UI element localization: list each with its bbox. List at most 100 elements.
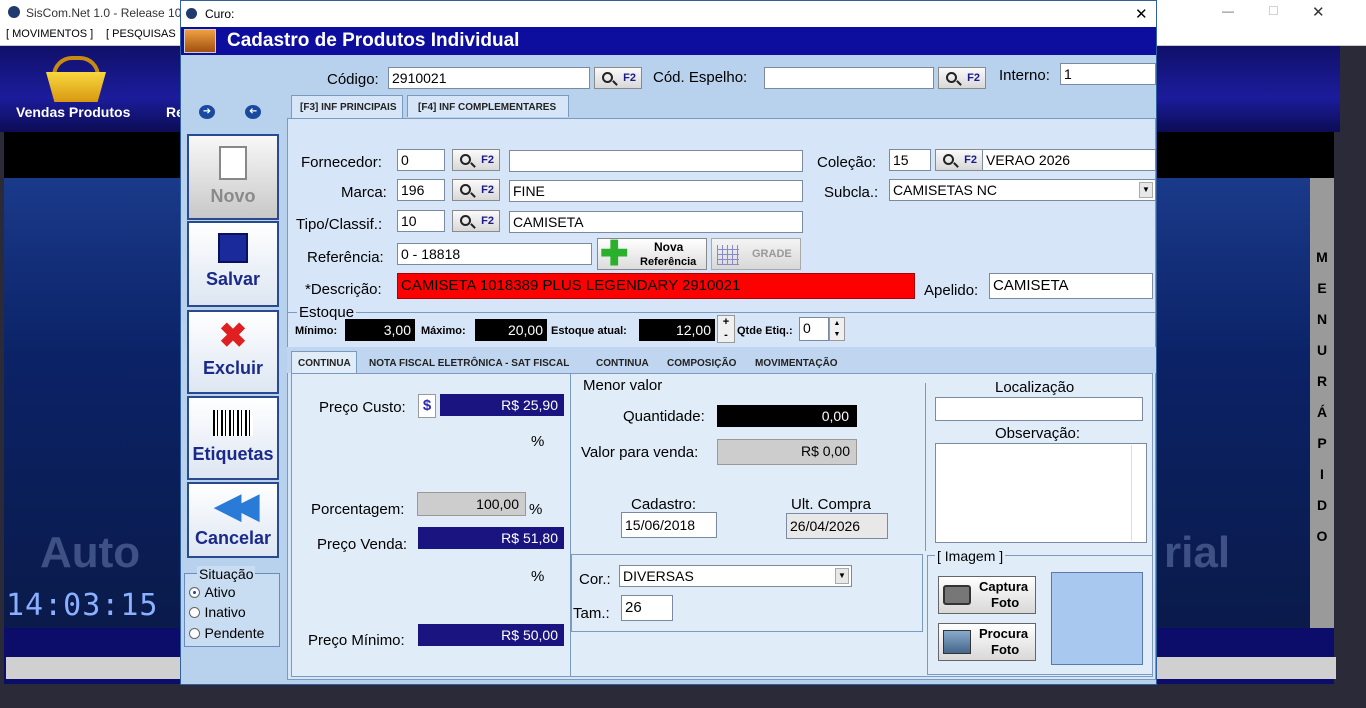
estoque-stepper[interactable]: + -	[717, 315, 735, 343]
grade-button[interactable]: GRADE	[711, 238, 801, 270]
interno-input[interactable]: 1	[1060, 63, 1156, 85]
ult-compra-field[interactable]: 26/04/2026	[786, 513, 888, 539]
grade-label: GRADE	[752, 248, 792, 260]
toolbar-vendas-label[interactable]: Vendas Produtos	[16, 104, 130, 120]
inner-tab-movimentacao[interactable]: MOVIMENTAÇÃO	[755, 358, 838, 369]
marca-name-input[interactable]: FINE	[509, 180, 803, 202]
fornecedor-code-input[interactable]: 0	[397, 149, 445, 171]
bg-close-icon[interactable]: ✕	[1312, 3, 1325, 21]
radio-ativo-icon[interactable]	[189, 587, 200, 599]
observacao-scrollbar[interactable]	[1131, 445, 1145, 541]
colecao-label: Coleção:	[817, 154, 877, 171]
valor-venda-field[interactable]: R$ 0,00	[717, 439, 857, 465]
tam-input[interactable]: 26	[621, 595, 673, 621]
menu-rapido[interactable]: MENURÁPIDO	[1310, 178, 1334, 628]
dollar-icon[interactable]: $	[418, 394, 436, 418]
referencia-input[interactable]: 0 - 18818	[397, 243, 592, 265]
menu-rapido-letter: U	[1316, 342, 1328, 358]
localizacao-input[interactable]	[935, 397, 1143, 421]
captura-foto-button[interactable]: Captura Foto	[938, 576, 1036, 614]
window-header: Cadastro de Produtos Individual	[181, 27, 1156, 55]
cor-select[interactable]: DIVERSAS ▼	[619, 565, 852, 587]
procura-foto-button[interactable]: Procura Foto	[938, 623, 1036, 661]
maximize-icon[interactable]: ☐	[1268, 4, 1279, 18]
inner-tab-continua-2[interactable]: CONTINUA	[596, 358, 649, 369]
marca-search-button[interactable]: F2	[452, 179, 500, 201]
apelido-input[interactable]: CAMISETA	[989, 273, 1153, 299]
nova-ref-line1: Nova	[654, 240, 684, 254]
window-title: Curo:	[205, 7, 235, 21]
inner-tab-nfe[interactable]: NOTA FISCAL ELETRÔNICA - SAT FISCAL	[369, 358, 569, 369]
inner-tab-continua[interactable]: CONTINUA	[291, 351, 357, 373]
marca-code-input[interactable]: 196	[397, 179, 445, 201]
search-icon	[946, 72, 957, 83]
valor-venda-label: Valor para venda:	[581, 444, 699, 461]
novo-button[interactable]: Novo	[187, 134, 279, 220]
close-icon[interactable]: ✕	[1135, 5, 1148, 23]
menu-pesquisas[interactable]: [ PESQUISAS	[106, 28, 176, 40]
header-box-icon	[184, 29, 216, 53]
etiquetas-button[interactable]: Etiquetas	[187, 396, 279, 480]
captura-line1: Captura	[979, 579, 1029, 594]
preco-venda-field[interactable]: R$ 51,80	[418, 527, 564, 549]
fornecedor-name-input[interactable]	[509, 150, 803, 172]
porcentagem-field[interactable]: 100,00	[417, 492, 526, 516]
estoque-minimo-label: Mínimo:	[295, 325, 338, 337]
search-icon	[602, 72, 613, 83]
espelho-input[interactable]	[764, 67, 934, 89]
codigo-search-button[interactable]: F2	[594, 67, 642, 89]
imagem-title: [ Imagem ]	[935, 548, 1006, 564]
preco-minimo-field[interactable]: R$ 50,00	[418, 624, 564, 646]
radio-inativo-icon[interactable]	[189, 607, 200, 619]
nav-next-icon[interactable]: ➜	[245, 105, 261, 119]
fornecedor-search-button[interactable]: F2	[452, 149, 500, 171]
excluir-button[interactable]: ✖ Excluir	[187, 310, 279, 394]
colecao-search-button[interactable]: F2	[935, 149, 983, 171]
espelho-search-button[interactable]: F2	[938, 67, 986, 89]
grid-icon	[717, 245, 739, 265]
minimize-icon[interactable]: —	[1222, 4, 1234, 18]
tipo-search-button[interactable]: F2	[452, 210, 500, 232]
menu-rapido-letter: N	[1316, 311, 1328, 327]
codigo-input[interactable]: 2910021	[388, 67, 590, 89]
chevron-down-icon[interactable]: ▼	[835, 568, 849, 584]
situacao-inativo[interactable]: Inativo	[189, 604, 246, 622]
tab-inf-complementares[interactable]: [F4] INF COMPLEMENTARES	[407, 95, 569, 117]
colecao-name-input[interactable]: VERAO 2026	[982, 149, 1156, 171]
preco-minimo-label: Preço Mínimo:	[308, 632, 405, 649]
menu-movimentos[interactable]: [ MOVIMENTOS ]	[6, 28, 93, 40]
nav-prev-icon[interactable]: ➜	[199, 105, 215, 119]
barcode-icon	[213, 410, 253, 436]
estoque-maximo-field[interactable]: 20,00	[475, 319, 547, 341]
radio-pendente-icon[interactable]	[189, 628, 200, 640]
tipo-name-input[interactable]: CAMISETA	[509, 211, 803, 233]
nova-referencia-button[interactable]: ✚ Nova Referência	[597, 235, 707, 273]
observacao-textarea[interactable]	[935, 443, 1147, 543]
situacao-pendente[interactable]: Pendente	[189, 625, 264, 643]
situacao-ativo[interactable]: Ativo	[189, 584, 236, 602]
document-icon	[219, 146, 247, 180]
search-icon	[460, 154, 471, 165]
estoque-minimo-field[interactable]: 3,00	[345, 319, 415, 341]
salvar-button[interactable]: Salvar	[187, 221, 279, 307]
menu-rapido-letter: O	[1316, 528, 1328, 544]
qtde-etiq-label: Qtde Etiq.:	[737, 325, 793, 337]
descricao-input[interactable]: CAMISETA 1018389 PLUS LEGENDARY 2910021	[397, 273, 915, 299]
tipo-code-input[interactable]: 10	[397, 210, 445, 232]
cadastro-field[interactable]: 15/06/2018	[621, 512, 717, 538]
inner-tab-composicao[interactable]: COMPOSIÇÃO	[667, 358, 736, 369]
image-preview[interactable]	[1051, 572, 1143, 665]
cancelar-button[interactable]: ◀◀ Cancelar	[187, 482, 279, 558]
fornecedor-label: Fornecedor:	[301, 154, 382, 171]
subcla-select[interactable]: CAMISETAS NC ▼	[889, 179, 1156, 201]
preco-custo-field[interactable]: R$ 25,90	[440, 394, 564, 416]
qtde-etiq-input[interactable]: 0	[799, 317, 829, 341]
subcla-value: CAMISETAS NC	[893, 182, 997, 198]
colecao-code-input[interactable]: 15	[889, 149, 931, 171]
basket-icon[interactable]	[44, 56, 108, 104]
estoque-atual-field[interactable]: 12,00	[639, 319, 715, 341]
quantidade-field[interactable]: 0,00	[717, 405, 857, 427]
chevron-down-icon[interactable]: ▼	[1139, 182, 1153, 198]
qtde-etiq-spinner[interactable]: ▲ ▼	[829, 317, 845, 341]
tab-inf-principais[interactable]: [F3] INF PRINCIPAIS	[291, 95, 403, 119]
